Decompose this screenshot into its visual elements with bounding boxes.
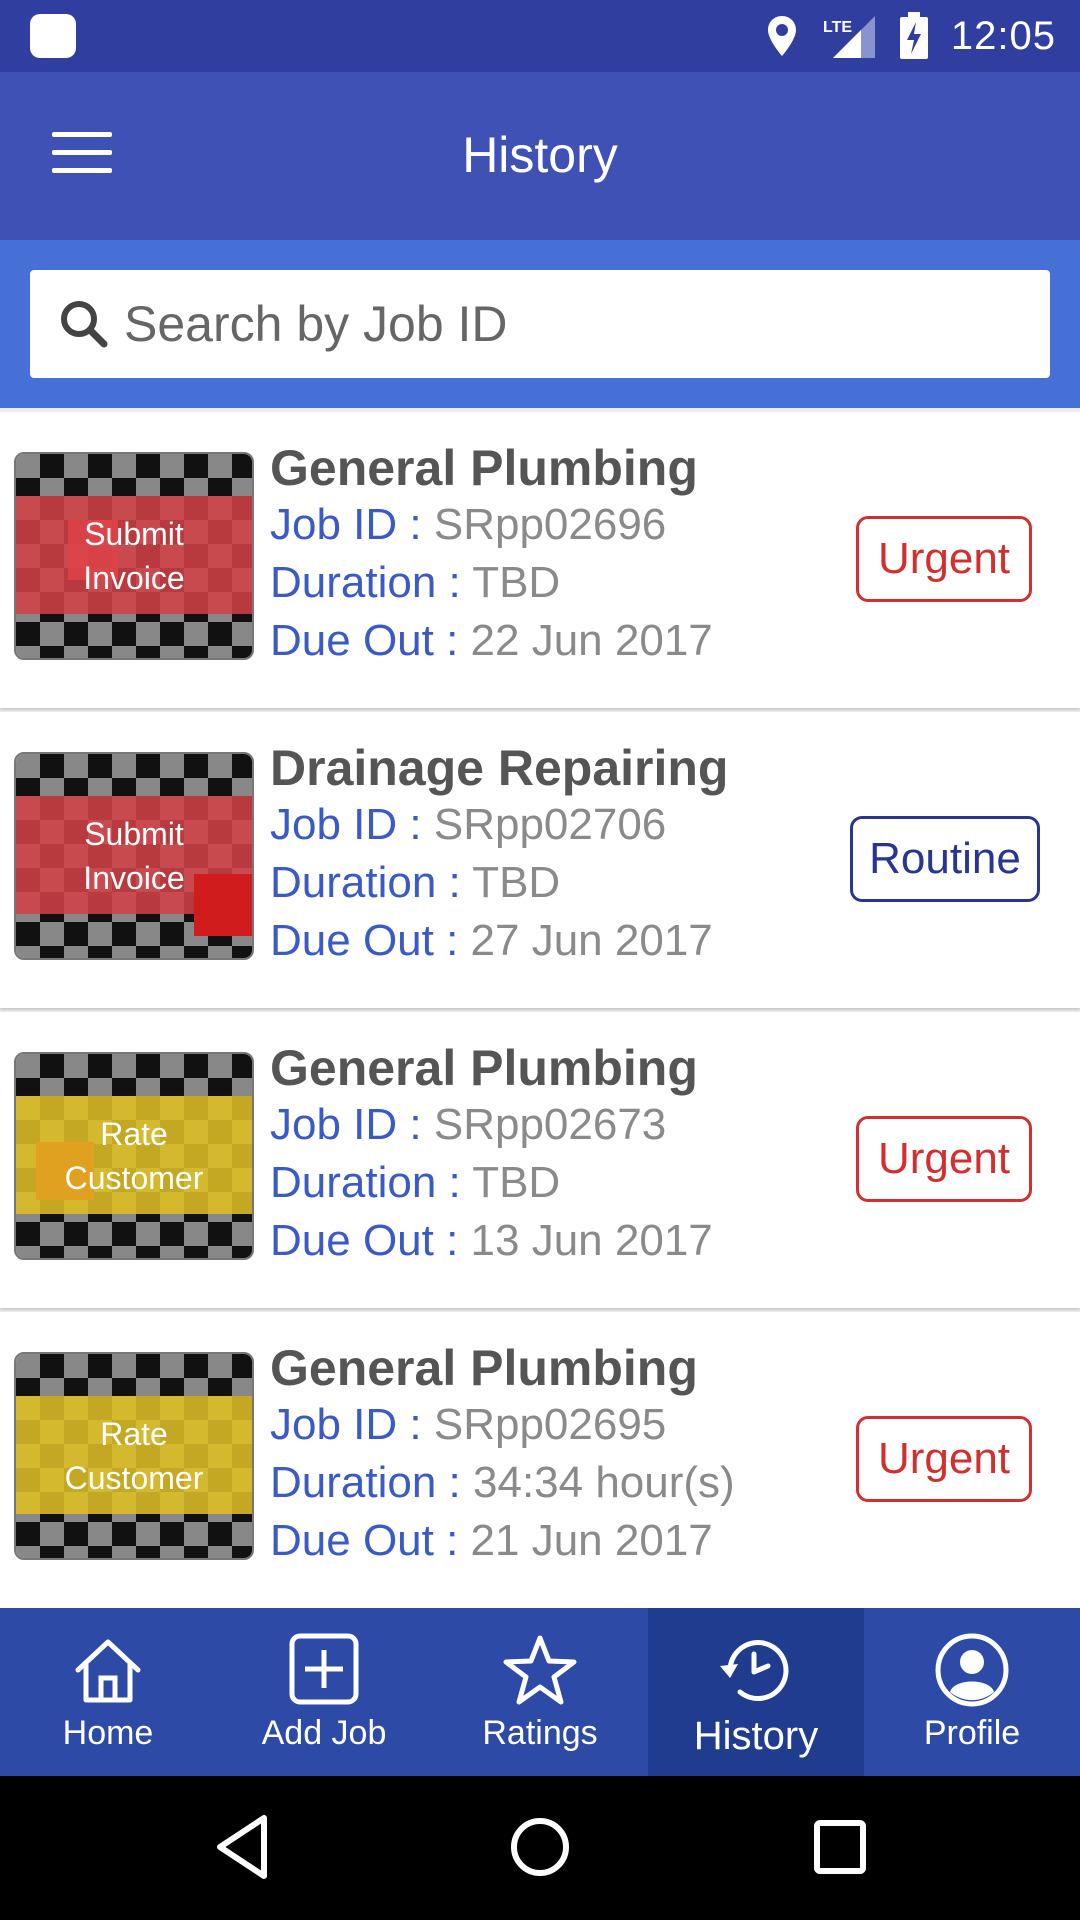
nav-profile[interactable]: Profile — [864, 1608, 1080, 1776]
duration-row: Duration : TBD — [270, 558, 561, 607]
battery-charging-icon — [899, 12, 929, 60]
job-id-row: Job ID : SRpp02696 — [270, 500, 667, 549]
nav-ratings[interactable]: Ratings — [432, 1608, 648, 1776]
job-title: Drainage Repairing — [270, 740, 729, 796]
job-info: Drainage Repairing Job ID : SRpp02706 Du… — [270, 740, 728, 970]
priority-badge-urgent[interactable]: Urgent — [856, 1416, 1032, 1502]
priority-badge-routine[interactable]: Routine — [850, 816, 1040, 902]
priority-badge-urgent[interactable]: Urgent — [856, 1116, 1032, 1202]
app-bar: History — [0, 72, 1080, 240]
search-box[interactable] — [30, 270, 1050, 378]
duration-row: Duration : 34:34 hour(s) — [270, 1458, 735, 1507]
system-navigation-bar — [0, 1776, 1080, 1920]
history-clock-icon — [720, 1640, 789, 1701]
thumbnail-action-label: Rate Customer — [64, 1416, 204, 1496]
job-card[interactable]: Rate Customer General Plumbing Job ID : … — [0, 1312, 1080, 1608]
nav-label: Home — [62, 1714, 154, 1752]
lte-label: LTE — [823, 19, 852, 36]
due-out-row: Due Out : 22 Jun 2017 — [270, 616, 713, 665]
page-title: History — [462, 127, 618, 183]
signal-icon: LTE — [821, 12, 877, 60]
thumbnail-action-label: Submit Invoice — [83, 816, 185, 896]
job-card[interactable]: Submit Invoice General Plumbing Job ID :… — [0, 412, 1080, 708]
nav-label: Ratings — [482, 1714, 598, 1752]
nav-label: Add Job — [261, 1714, 387, 1752]
job-id-row: Job ID : SRpp02706 — [270, 800, 667, 849]
nav-label: Profile — [923, 1714, 1021, 1752]
duration-row: Duration : TBD — [270, 1158, 561, 1207]
search-icon — [61, 301, 108, 348]
due-out-row: Due Out : 27 Jun 2017 — [270, 916, 713, 965]
thumbnail-action-label: Rate Customer — [64, 1116, 204, 1196]
recents-icon[interactable] — [812, 1812, 868, 1882]
due-out-row: Due Out : 21 Jun 2017 — [270, 1516, 713, 1565]
priority-badge-urgent[interactable]: Urgent — [856, 516, 1032, 602]
nav-history[interactable]: History — [648, 1608, 864, 1776]
star-icon — [503, 1635, 577, 1705]
back-icon[interactable] — [212, 1812, 272, 1882]
nav-label: History — [693, 1714, 819, 1758]
home-circle-icon[interactable] — [508, 1812, 572, 1882]
search-panel — [0, 240, 1080, 408]
due-out-row: Due Out : 13 Jun 2017 — [270, 1216, 713, 1265]
job-info: General Plumbing Job ID : SRpp02695 Dura… — [270, 1340, 735, 1570]
bottom-navigation: Home Add Job Ratings History Profile — [0, 1608, 1080, 1776]
search-input[interactable] — [124, 295, 1004, 353]
nav-home[interactable]: Home — [0, 1608, 216, 1776]
status-icons: LTE 12:05 — [765, 0, 1056, 72]
job-action-thumbnail[interactable]: Rate Customer — [14, 1352, 254, 1560]
job-card[interactable]: Submit Invoice Drainage Repairing Job ID… — [0, 712, 1080, 1008]
job-action-thumbnail[interactable]: Submit Invoice — [14, 452, 254, 660]
home-icon — [75, 1639, 141, 1703]
status-bar: LTE 12:05 — [0, 0, 1080, 72]
job-info: General Plumbing Job ID : SRpp02673 Dura… — [270, 1040, 713, 1270]
job-id-row: Job ID : SRpp02673 — [270, 1100, 667, 1149]
duration-row: Duration : TBD — [270, 858, 561, 907]
job-list: Submit Invoice General Plumbing Job ID :… — [0, 412, 1080, 1612]
profile-icon — [935, 1633, 1009, 1707]
status-time: 12:05 — [950, 13, 1056, 58]
job-id-row: Job ID : SRpp02695 — [270, 1400, 667, 1449]
job-action-thumbnail[interactable]: Rate Customer — [14, 1052, 254, 1260]
thumbnail-action-label: Submit Invoice — [83, 516, 185, 596]
job-action-thumbnail[interactable]: Submit Invoice — [14, 752, 254, 960]
location-icon — [765, 14, 799, 58]
job-title: General Plumbing — [270, 1340, 698, 1396]
job-title: General Plumbing — [270, 440, 698, 496]
app-notification-icon — [30, 14, 76, 58]
job-info: General Plumbing Job ID : SRpp02696 Dura… — [270, 440, 713, 670]
add-box-icon — [289, 1633, 359, 1705]
job-title: General Plumbing — [270, 1040, 698, 1096]
job-card[interactable]: Rate Customer General Plumbing Job ID : … — [0, 1012, 1080, 1308]
nav-add-job[interactable]: Add Job — [216, 1608, 432, 1776]
